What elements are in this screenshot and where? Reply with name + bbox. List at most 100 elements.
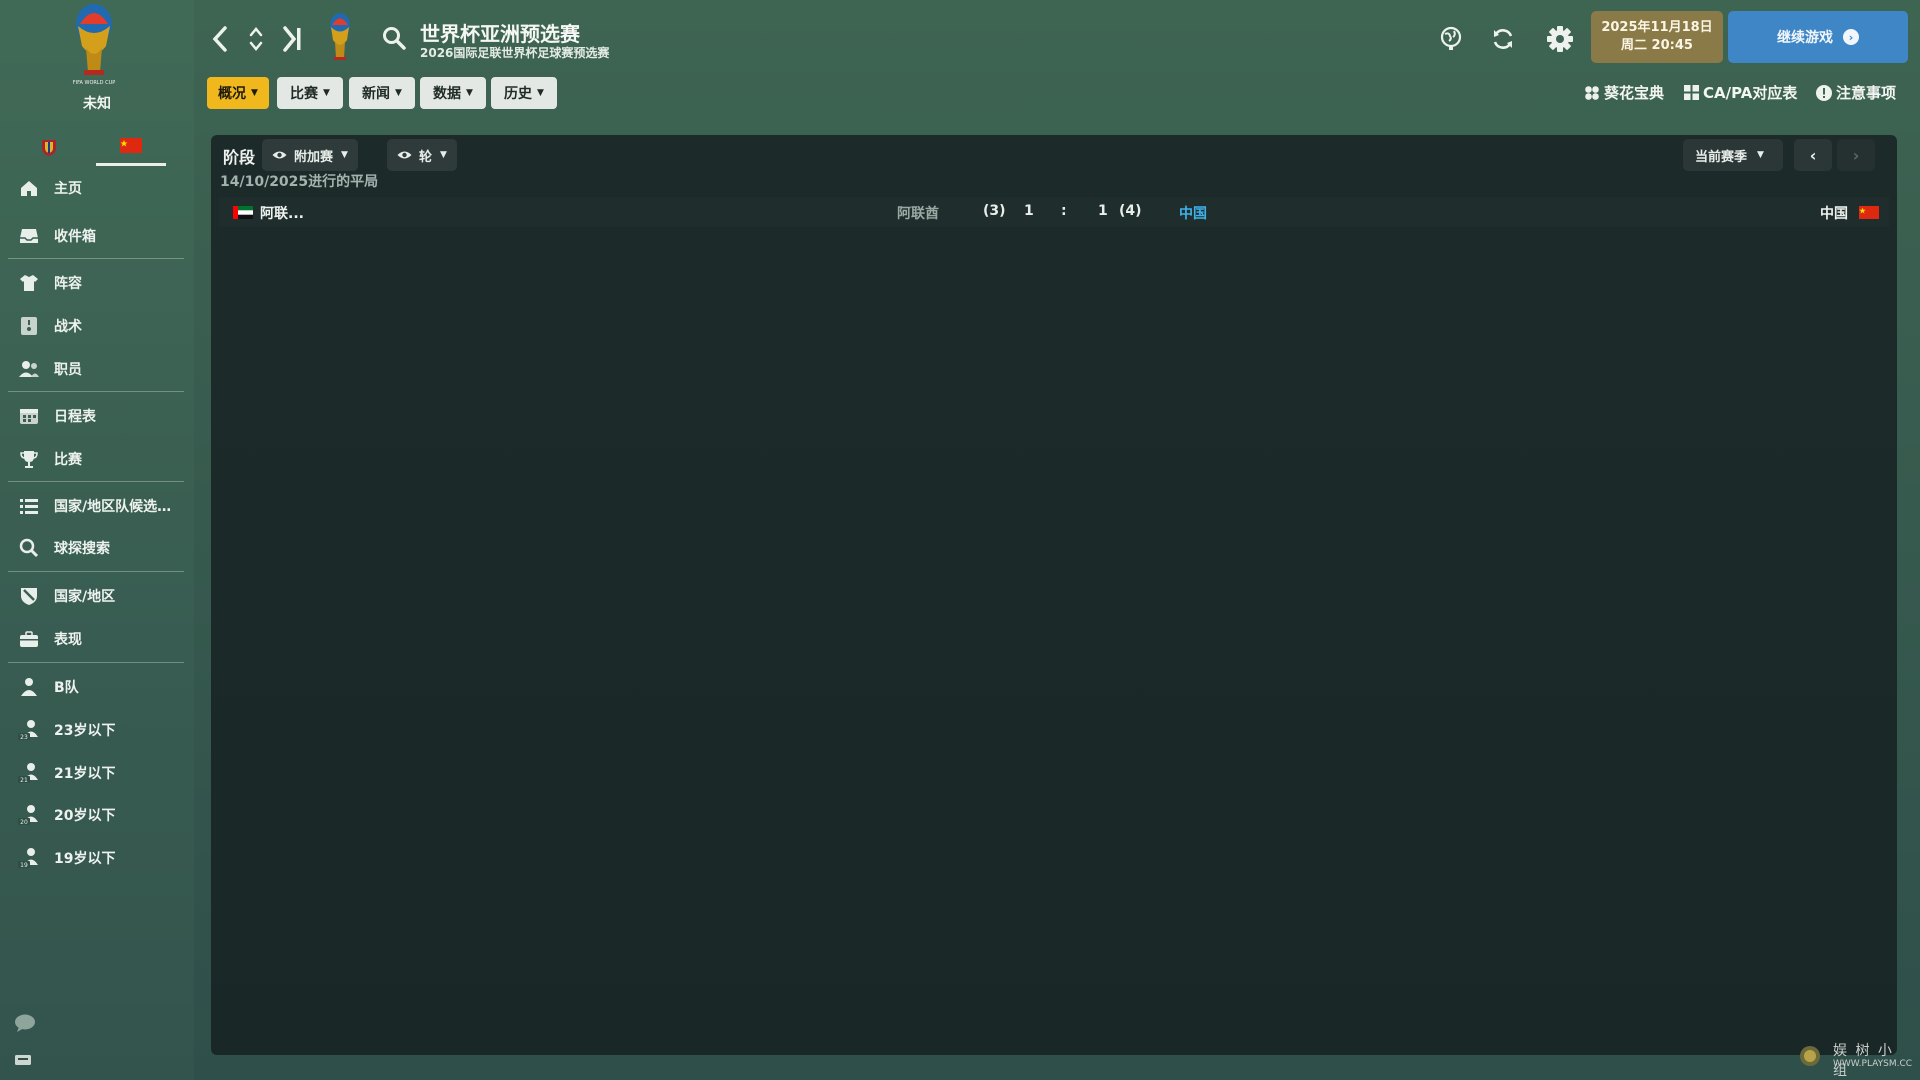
next-season-button[interactable]: › (1837, 139, 1875, 171)
chevron-down-icon: ▼ (1757, 150, 1764, 160)
sidebar-item-home[interactable]: 主页 (8, 170, 184, 206)
sidebar-item-label: 23岁以下 (54, 723, 116, 739)
match-row[interactable]: 阿联... 阿联酋 (3) 1 : 1 (4) 中国 中国 (219, 197, 1889, 227)
sidebar-item-inbox[interactable]: 收件箱 (8, 218, 184, 254)
season-dropdown[interactable]: 当前赛季 ▼ (1683, 139, 1783, 171)
sidebar-item-squad[interactable]: 阵容 (8, 265, 184, 301)
stage-label: 阶段 (223, 148, 256, 167)
tab-stats[interactable]: 数据 ▼ (420, 77, 486, 109)
trophy-icon (12, 449, 46, 469)
chevron-down-icon: ▼ (251, 88, 258, 98)
sidebar-item-label: 21岁以下 (54, 766, 116, 782)
tab-overview[interactable]: 概况 ▼ (207, 77, 269, 109)
stage-filter-dropdown[interactable]: 附加赛 ▼ (262, 139, 358, 171)
sidebar-item-u23[interactable]: 23 23岁以下 (8, 712, 184, 748)
sidebar-item-performance[interactable]: 表现 (8, 621, 184, 657)
china-flag-icon (1859, 206, 1879, 219)
world-cup-logo[interactable]: FIFA WORLD CUP (68, 2, 120, 88)
away-team-name[interactable]: 中国 (1179, 203, 1207, 223)
skip-forward-icon (283, 26, 301, 52)
sidebar-item-label: 球探搜索 (54, 541, 110, 557)
sidebar-item-label: 阵容 (54, 276, 82, 292)
svg-text:20: 20 (20, 819, 28, 826)
tab-label: 新闻 (362, 86, 391, 102)
search-icon[interactable] (382, 26, 406, 50)
date-line: 2025年11月18日 (1601, 20, 1713, 35)
tab-nation[interactable] (96, 128, 166, 166)
sidebar-item-schedule[interactable]: 日程表 (8, 398, 184, 434)
up-down-button[interactable] (242, 22, 270, 56)
calendar-icon (12, 407, 46, 425)
nav-divider (8, 662, 184, 663)
home-team-short[interactable]: 阿联... (260, 203, 304, 223)
sidebar-item-label: 国家/地区 (54, 589, 116, 605)
sidebar-item-competitions[interactable]: 比赛 (8, 441, 184, 477)
info-icon (1816, 84, 1832, 101)
chevron-right-icon: › (1852, 145, 1860, 165)
sidebar-item-staff[interactable]: 职员 (8, 351, 184, 387)
quick-link-notes[interactable]: 注意事项 (1816, 82, 1896, 103)
sidebar-item-label: 国家/地区队候选名... (54, 499, 184, 515)
sidebar-item-national-shortlist[interactable]: 国家/地区队候选名... (8, 488, 184, 524)
previous-season-button[interactable]: ‹ (1794, 139, 1832, 171)
keyboard-icon[interactable] (14, 1054, 32, 1066)
sidebar: FIFA WORLD CUP 未知 主页 收件箱 阵容 战术 职员 日程表 比赛… (0, 0, 194, 1080)
sidebar-item-label: 收件箱 (54, 229, 96, 245)
settings-button[interactable] (1542, 22, 1578, 56)
sidebar-item-b-team[interactable]: B队 (8, 669, 184, 705)
chevron-down-icon: ▼ (323, 88, 330, 98)
score-separator: : (1061, 203, 1067, 219)
watermark-logo (1800, 1046, 1820, 1066)
tab-history[interactable]: 历史 ▼ (491, 77, 557, 109)
sidebar-item-scouting[interactable]: 球探搜索 (8, 530, 184, 566)
sidebar-item-label: B队 (54, 680, 79, 696)
search-icon (12, 538, 46, 558)
uae-flag-icon (233, 206, 253, 219)
refresh-button[interactable] (1485, 22, 1521, 56)
chat-icon[interactable] (14, 1013, 36, 1033)
sidebar-item-u20[interactable]: 20 20岁以下 (8, 797, 184, 833)
china-flag-icon (120, 138, 142, 153)
gear-icon (1547, 26, 1573, 52)
forward-button[interactable] (278, 22, 306, 56)
continue-label: 继续游戏 (1777, 30, 1833, 46)
staff-icon (12, 360, 46, 378)
tactics-board-icon (12, 316, 46, 336)
inbox-icon (12, 227, 46, 245)
tab-label: 历史 (504, 86, 533, 102)
tab-matches[interactable]: 比赛 ▼ (277, 77, 343, 109)
sidebar-item-u19[interactable]: 19 19岁以下 (8, 840, 184, 876)
quick-link-capa[interactable]: CA/PA对应表 (1684, 82, 1797, 103)
away-team-short[interactable]: 中国 (1820, 203, 1848, 223)
tab-news[interactable]: 新闻 ▼ (349, 77, 415, 109)
round-filter-dropdown[interactable]: 轮 ▼ (387, 139, 457, 171)
home-team-name[interactable]: 阿联酋 (897, 203, 939, 223)
svg-text:19: 19 (20, 862, 28, 869)
quick-link-label: CA/PA对应表 (1703, 84, 1798, 102)
eye-icon (397, 151, 412, 159)
game-date[interactable]: 2025年11月18日 周二 20:45 (1591, 11, 1723, 63)
back-button[interactable] (206, 22, 234, 56)
tab-label: 概况 (218, 86, 247, 102)
flower-icon (1585, 85, 1599, 100)
continue-button[interactable]: 继续游戏 › (1728, 11, 1908, 63)
away-penalties: (4) (1119, 203, 1142, 219)
world-button[interactable] (1433, 22, 1469, 56)
nav-divider (8, 481, 184, 482)
nav-divider (8, 391, 184, 392)
u23-team-icon: 23 (12, 719, 46, 741)
team-icon (12, 677, 46, 697)
chevron-left-icon: ‹ (1809, 145, 1817, 165)
tab-club[interactable] (14, 128, 84, 166)
sidebar-item-tactics[interactable]: 战术 (8, 308, 184, 344)
shirt-icon (12, 273, 46, 293)
sidebar-item-u21[interactable]: 21 21岁以下 (8, 755, 184, 791)
u20-team-icon: 20 (12, 804, 46, 826)
competition-logo[interactable] (325, 12, 355, 64)
club-caption: 未知 (83, 96, 111, 112)
sidebar-item-nation[interactable]: 国家/地区 (8, 578, 184, 614)
quick-link-guide[interactable]: 葵花宝典 (1584, 82, 1664, 103)
tab-label: 数据 (433, 86, 462, 102)
home-penalties: (3) (983, 203, 1006, 219)
club-crest-icon (42, 140, 56, 156)
